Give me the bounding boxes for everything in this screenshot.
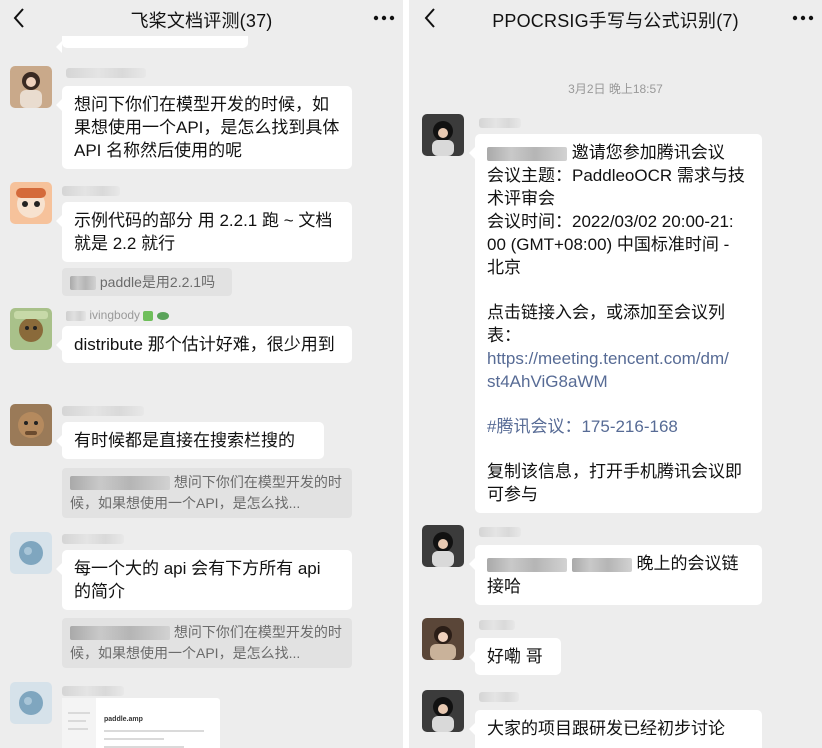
message-bubble[interactable]: 想问下你们在模型开发的时候，如果想使用一个API，是怎么找到具体API 名称然后…: [56, 86, 352, 169]
quoted-sender: [70, 276, 96, 291]
message-bubble[interactable]: 每一个大的 api 会有下方所有 api 的简介: [56, 550, 352, 610]
avatar[interactable]: [10, 308, 52, 350]
sender-name: [479, 620, 515, 630]
more-dots-icon[interactable]: [790, 6, 816, 30]
sender-name: [62, 686, 124, 696]
avatar[interactable]: [422, 690, 464, 732]
more-dots-icon[interactable]: [371, 6, 397, 30]
sender-name: [62, 406, 144, 416]
quoted-reply[interactable]: paddle是用2.2.1吗: [62, 268, 232, 296]
message-text: 好嘞 哥: [487, 647, 543, 666]
meeting-link-cont[interactable]: st4AhViG8aWM: [487, 370, 750, 393]
sender-name: [479, 692, 519, 702]
left-chat-window: 飞桨文档评测(37) 想问下你们在模型开发的时候，如果想使用一个API，是怎么找…: [0, 0, 403, 748]
message-text: 有时候都是直接在搜索栏搜的: [74, 431, 295, 450]
quoted-reply[interactable]: 想问下你们在模型开发的时候，如果想使用一个API，是怎么找...: [62, 618, 352, 668]
chat-header: PPOCRSIG手写与公式识别(7): [409, 0, 822, 36]
avatar[interactable]: [10, 682, 52, 724]
message-text: distribute 那个估计好难，很少用到: [74, 335, 335, 354]
quoted-text: paddle是用2.2.1吗: [99, 274, 216, 290]
sender-name: [62, 534, 124, 544]
avatar[interactable]: [10, 66, 52, 108]
meeting-invite-bubble[interactable]: 邀请您参加腾讯会议 会议主题：PaddleoOCR 需求与技 术评审会 会议时间…: [469, 134, 762, 513]
message-bubble[interactable]: 示例代码的部分 用 2.2.1 跑 ~ 文档就是 2.2 就行: [56, 202, 352, 262]
quoted-sender: [70, 626, 170, 641]
message-text: 想问下你们在模型开发的时候，如果想使用一个API，是怎么找到具体API 名称然后…: [74, 95, 340, 160]
blurred-mention: [487, 557, 567, 572]
avatar[interactable]: [10, 182, 52, 224]
sender-name: [66, 68, 146, 78]
sender-name: [479, 118, 521, 128]
quoted-reply[interactable]: 想问下你们在模型开发的时候，如果想使用一个API，是怎么找...: [62, 468, 352, 518]
chat-header: 飞桨文档评测(37): [0, 0, 403, 36]
message-bubble[interactable]: 大家的项目跟研发已经初步讨论: [469, 710, 762, 748]
message-bubble[interactable]: 有时候都是直接在搜索栏搜的: [56, 422, 324, 459]
avatar[interactable]: [10, 532, 52, 574]
sender-name: [479, 527, 521, 537]
sender-name: [62, 186, 120, 196]
quoted-sender: [70, 476, 170, 491]
message-text: 大家的项目跟研发已经初步讨论: [487, 719, 725, 738]
blurred-mention: [571, 557, 632, 572]
message-text: 每一个大的 api 会有下方所有 api 的简介: [74, 559, 321, 601]
message-bubble[interactable]: 好嘞 哥: [469, 638, 561, 675]
sender-name: ivingbody: [66, 308, 169, 322]
image-attachment[interactable]: paddle.amp: [62, 698, 220, 748]
meeting-id-link[interactable]: #腾讯会议：175-216-168: [487, 415, 750, 438]
message-timestamp: 3月2日 晚上18:57: [568, 82, 663, 96]
blurred-inviter: [487, 146, 567, 161]
right-chat-window: PPOCRSIG手写与公式识别(7) 3月2日 晚上18:57 邀请您参加腾讯会…: [409, 0, 822, 748]
avatar[interactable]: [422, 114, 464, 156]
meeting-link[interactable]: https://meeting.tencent.com/dm/: [487, 347, 750, 370]
message-text: 示例代码的部分 用 2.2.1 跑 ~ 文档就是 2.2 就行: [74, 211, 333, 253]
avatar[interactable]: [422, 525, 464, 567]
message-bubble[interactable]: 晚上的会议链 接哈: [469, 545, 762, 605]
chat-title: PPOCRSIG手写与公式识别(7): [492, 11, 739, 31]
attachment-title: paddle.amp: [104, 716, 143, 723]
chat-title: 飞桨文档评测(37): [130, 11, 273, 31]
avatar[interactable]: [10, 404, 52, 446]
avatar[interactable]: [422, 618, 464, 660]
message-bubble[interactable]: distribute 那个估计好难，很少用到: [56, 326, 352, 363]
